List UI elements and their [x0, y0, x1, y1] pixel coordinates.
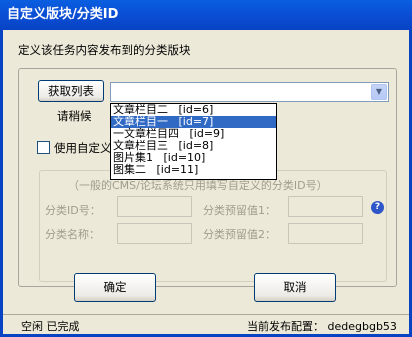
reserved-value-1-field[interactable]	[288, 196, 363, 217]
reserved-value-2-label: 分类预留值2：	[203, 228, 276, 241]
dropdown-option[interactable]: 图集二 [id=11]	[111, 164, 276, 176]
status-text: 空闲 已完成	[21, 320, 80, 333]
custom-checkbox[interactable]	[37, 141, 50, 154]
ok-button[interactable]: 确定	[74, 273, 156, 302]
wait-label: 请稍候	[57, 109, 92, 123]
fetch-list-button[interactable]: 获取列表	[38, 80, 104, 102]
category-select[interactable]: ▼	[110, 82, 389, 102]
category-id-field[interactable]	[117, 196, 192, 217]
cancel-button[interactable]: 取消	[254, 273, 336, 302]
description-text: 定义该任务内容发布到的分类版块	[18, 43, 191, 57]
reserved-value-2-field[interactable]	[288, 223, 363, 244]
category-id-label: 分类ID号：	[45, 204, 101, 217]
category-dropdown-list[interactable]: 文章栏目二 [id=6] 文章栏目一 [id=7] 一文章栏目四 [id=9] …	[110, 103, 277, 180]
category-name-field[interactable]	[117, 223, 192, 244]
reserved-value-1-label: 分类预留值1：	[203, 204, 276, 217]
chevron-down-icon[interactable]: ▼	[371, 84, 387, 100]
publish-config-text: 当前发布配置： dedegbgb53	[247, 320, 397, 333]
dialog-body: 定义该任务内容发布到的分类版块 获取列表 ▼ 请稍候 使用自定义 （一般的CMS…	[0, 30, 412, 337]
window-title: 自定义版块/分类ID	[0, 0, 412, 30]
category-name-label: 分类名称：	[45, 228, 100, 241]
custom-checkbox-label[interactable]: 使用自定义	[54, 140, 112, 156]
help-icon[interactable]: ?	[371, 201, 384, 214]
